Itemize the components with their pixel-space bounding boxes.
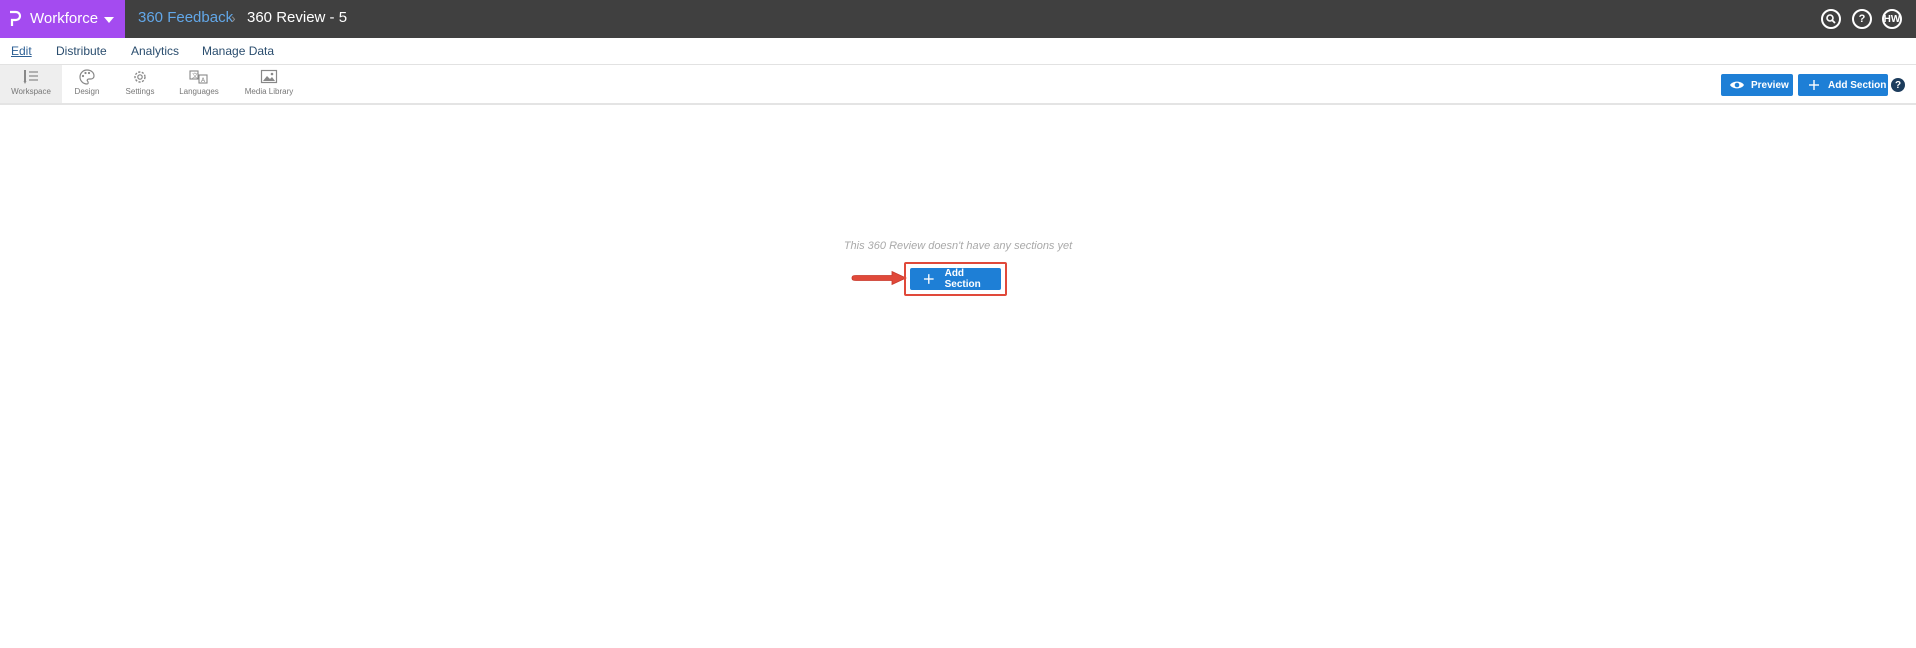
plus-icon (1809, 80, 1819, 90)
add-section-center-button[interactable]: Add Section (910, 268, 1001, 290)
tool-design[interactable]: Design (66, 65, 108, 103)
search-icon[interactable] (1821, 9, 1841, 29)
preview-label: Preview (1751, 79, 1789, 91)
breadcrumb-separator: › (231, 10, 236, 26)
tool-label: Design (74, 87, 100, 96)
tool-label: Media Library (244, 87, 294, 96)
menu-distribute[interactable]: Distribute (56, 43, 107, 59)
tool-label: Languages (179, 87, 219, 96)
top-bar: Workforce 360 Feedback › 360 Review - 5 … (0, 0, 1916, 38)
breadcrumb-parent[interactable]: 360 Feedback (138, 9, 233, 27)
help-icon[interactable]: ? (1891, 78, 1905, 92)
avatar-initials: HW (1883, 13, 1901, 25)
menu-edit[interactable]: Edit (11, 43, 32, 59)
svg-text:文: 文 (192, 72, 198, 80)
help-symbol: ? (1858, 13, 1866, 25)
chevron-down-icon[interactable] (104, 17, 114, 23)
add-section-button[interactable]: Add Section (1798, 74, 1888, 96)
image-icon (260, 69, 278, 84)
translate-icon: 文 A (189, 70, 208, 84)
tool-languages[interactable]: 文 A Languages (175, 65, 223, 103)
avatar[interactable]: HW (1882, 9, 1902, 29)
page-title: 360 Review - 5 (247, 9, 348, 26)
empty-state-message: This 360 Review doesn't have any section… (843, 240, 1073, 252)
eye-icon (1730, 81, 1744, 89)
toolbar: Workspace Design Settings 文 A Languages … (0, 65, 1916, 105)
tool-workspace[interactable]: Workspace (0, 65, 62, 103)
tool-settings[interactable]: Settings (118, 65, 162, 103)
menu-bar: Edit Distribute Analytics Manage Data (0, 38, 1916, 65)
tool-media-library[interactable]: Media Library (240, 65, 298, 103)
app-name: Workforce (30, 10, 99, 27)
tool-label: Settings (125, 87, 155, 96)
app-switcher[interactable]: Workforce (0, 0, 125, 38)
arrow-right-icon (851, 270, 907, 286)
menu-analytics[interactable]: Analytics (131, 43, 179, 59)
add-section-label: Add Section (1828, 79, 1887, 91)
help-icon[interactable]: ? (1852, 9, 1872, 29)
menu-manage-data[interactable]: Manage Data (202, 43, 274, 59)
tool-label: Workspace (11, 87, 51, 96)
brand-logo-icon (10, 10, 22, 26)
add-section-label: Add Section (944, 268, 981, 290)
gear-icon (134, 71, 146, 83)
workspace-icon (23, 70, 38, 84)
preview-button[interactable]: Preview (1721, 74, 1793, 96)
plus-icon (923, 274, 934, 284)
help-symbol: ? (1894, 79, 1902, 91)
palette-icon (79, 69, 95, 85)
